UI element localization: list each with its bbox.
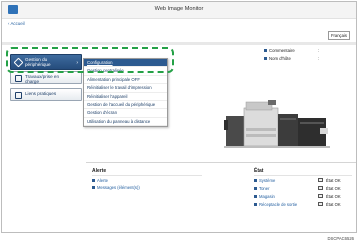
home-link[interactable]: ‹ Accueil	[8, 21, 25, 26]
chevron-right-icon: ›	[76, 60, 78, 66]
menu-item-remote-panel[interactable]: Utilisation du panneau à distance	[84, 118, 167, 127]
alert-title: Alerte	[92, 168, 107, 174]
printer-icon	[15, 75, 22, 82]
nav-printer-jobs[interactable]: Travaux/prise en charge	[10, 71, 82, 84]
status-panel: Alerte Alerte Messages (élément(s)) État…	[86, 162, 356, 230]
host-label: Nom d'hôte	[264, 56, 291, 61]
state-value-system: État OK	[326, 178, 341, 183]
output-tray-icon	[318, 202, 323, 206]
menu-item-reset-print-job[interactable]: Réinitialiser le travail d'impression	[84, 84, 167, 93]
language-select[interactable]: Français	[328, 31, 350, 40]
comment-value: :	[318, 48, 320, 53]
state-row-system[interactable]: Système	[254, 178, 275, 183]
system-icon	[318, 178, 323, 182]
state-row-tray[interactable]: Magasin	[254, 194, 275, 199]
nav-device-label: Gestion du périphérique	[25, 57, 51, 67]
state-row-toner[interactable]: Toner	[254, 186, 269, 191]
nav-device-management[interactable]: Gestion du périphérique ›	[10, 54, 82, 70]
app-title: Web Image Monitor	[154, 6, 204, 12]
toner-icon	[318, 186, 323, 190]
menu-item-reset-device[interactable]: Réinitialiser l'appareil	[84, 93, 167, 101]
header-band	[2, 42, 356, 45]
nav-useful-links[interactable]: Liens pratiques	[10, 88, 82, 101]
printer-image	[224, 100, 330, 148]
top-bar: Web Image Monitor	[2, 2, 356, 19]
nav-printer-label: Travaux/prise en charge	[25, 74, 60, 84]
alert-item[interactable]: Alerte	[92, 178, 108, 183]
host-value: :	[318, 56, 320, 61]
state-value-tray: État OK	[326, 194, 341, 199]
browser-frame: Web Image Monitor ‹ Accueil Français Ges…	[1, 1, 357, 233]
comment-label: Commentaire	[264, 48, 295, 53]
menu-item-device-home-management[interactable]: Gestion de l'accueil du périphérique	[84, 101, 167, 110]
messages-item[interactable]: Messages (élément(s))	[92, 185, 142, 190]
figure-code: DSCPAC6526	[327, 236, 354, 241]
device-management-menu: Configuration Gestion centralisée Alimen…	[83, 58, 168, 128]
alert-divider	[92, 175, 202, 176]
menu-item-central-management[interactable]: Gestion centralisée	[84, 67, 167, 76]
state-value-toner: État OK	[326, 186, 341, 191]
link-icon	[15, 92, 22, 99]
menu-item-configuration[interactable]: Configuration	[84, 59, 167, 68]
state-row-output[interactable]: Réceptacle de sortie	[254, 202, 297, 207]
tray-icon	[318, 194, 323, 198]
state-value-output: État OK	[326, 202, 341, 207]
menu-item-main-power-off[interactable]: Alimentation principale OFF	[84, 76, 167, 85]
state-title: État	[254, 168, 264, 174]
state-divider	[254, 175, 352, 176]
device-icon	[13, 57, 24, 68]
menu-item-screen-management[interactable]: Gestion d'écran	[84, 109, 167, 118]
nav-links-label: Liens pratiques	[25, 91, 57, 96]
